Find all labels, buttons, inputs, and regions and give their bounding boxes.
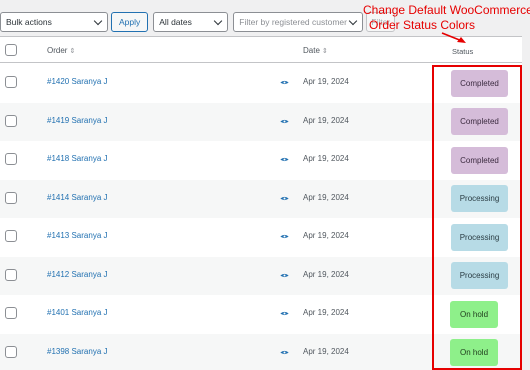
eye-icon[interactable]	[280, 80, 289, 85]
annotation-title: Change Default WooCommerce Order Status …	[363, 3, 530, 33]
eye-icon[interactable]	[280, 119, 289, 124]
eye-icon[interactable]	[280, 311, 289, 316]
order-date: Apr 19, 2024	[303, 192, 349, 202]
row-checkbox[interactable]	[5, 307, 17, 320]
row-checkbox[interactable]	[5, 191, 17, 204]
apply-button-label: Apply	[119, 17, 141, 27]
order-link[interactable]: #1401 Saranya J	[47, 308, 108, 317]
customer-filter-select[interactable]: Filter by registered customer	[233, 12, 364, 32]
date-filter-select[interactable]: All dates	[153, 12, 229, 32]
order-date: Apr 19, 2024	[303, 308, 349, 318]
bulk-actions-select[interactable]: Bulk actions	[0, 12, 108, 32]
order-link[interactable]: #1413 Saranya J	[47, 231, 108, 240]
order-date: Apr 19, 2024	[303, 269, 349, 279]
order-link[interactable]: #1419 Saranya J	[47, 116, 108, 125]
row-checkbox[interactable]	[5, 114, 17, 127]
order-column-header[interactable]: Order ⇕	[47, 46, 75, 55]
eye-icon[interactable]	[280, 157, 289, 162]
row-checkbox[interactable]	[5, 345, 17, 358]
eye-icon[interactable]	[280, 234, 289, 239]
select-all-checkbox[interactable]	[5, 44, 17, 56]
apply-button[interactable]: Apply	[111, 12, 149, 32]
order-date: Apr 19, 2024	[303, 231, 349, 241]
eye-icon[interactable]	[280, 350, 289, 355]
order-link[interactable]: #1418 Saranya J	[47, 154, 108, 163]
customer-filter-placeholder: Filter by registered customer	[239, 17, 347, 27]
order-date: Apr 19, 2024	[303, 154, 349, 164]
status-highlight-box	[432, 65, 522, 370]
order-date: Apr 19, 2024	[303, 77, 349, 87]
date-column-label: Date	[303, 46, 320, 55]
order-link[interactable]: #1414 Saranya J	[47, 193, 108, 202]
sort-icon: ⇕	[69, 48, 76, 55]
row-checkbox[interactable]	[5, 76, 17, 89]
annotation-line-1: Change Default WooCommerce	[363, 3, 530, 17]
orders-page: Bulk actions Apply All dates Filter by r…	[0, 0, 530, 370]
chevron-down-icon	[93, 16, 103, 26]
filter-bar: Bulk actions Apply All dates Filter by r…	[0, 11, 396, 33]
row-checkbox[interactable]	[5, 153, 17, 166]
sort-icon: ⇕	[321, 48, 328, 55]
date-filter-label: All dates	[159, 17, 192, 27]
order-date: Apr 19, 2024	[303, 115, 349, 125]
date-column-header[interactable]: Date ⇕	[303, 46, 328, 55]
order-link[interactable]: #1420 Saranya J	[47, 77, 108, 86]
order-date: Apr 19, 2024	[303, 346, 349, 356]
eye-icon[interactable]	[280, 196, 289, 201]
annotation-arrow	[441, 32, 466, 43]
status-column-label: Status	[452, 47, 474, 56]
eye-icon[interactable]	[280, 273, 289, 278]
order-link[interactable]: #1398 Saranya J	[47, 347, 108, 356]
chevron-down-icon	[214, 16, 223, 26]
status-column-header: Status	[452, 47, 473, 56]
row-checkbox[interactable]	[5, 268, 17, 281]
chevron-down-icon	[349, 16, 358, 26]
row-checkbox[interactable]	[5, 230, 17, 243]
order-column-label: Order	[47, 46, 68, 55]
order-link[interactable]: #1412 Saranya J	[47, 270, 108, 279]
bulk-actions-label: Bulk actions	[6, 17, 52, 27]
